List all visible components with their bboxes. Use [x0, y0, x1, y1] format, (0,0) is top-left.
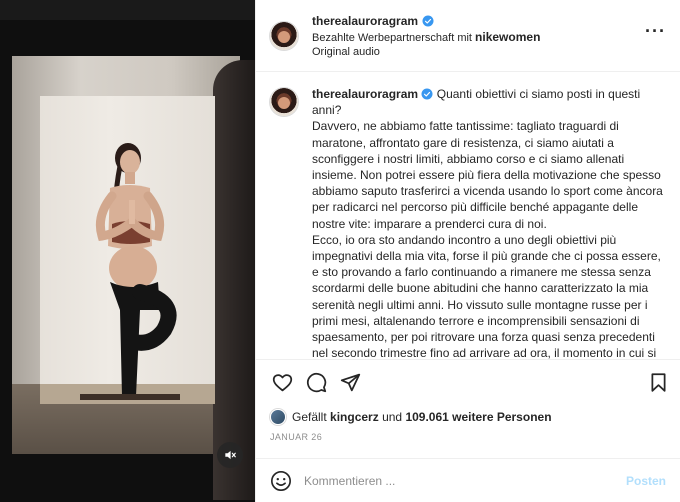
liker-avatar[interactable] — [270, 409, 286, 425]
caption-paragraph-2: Davvero, ne abbiamo fatte tantissime: ta… — [312, 119, 663, 231]
more-options-button[interactable]: ··· — [645, 22, 666, 40]
liker-username[interactable]: kingcerz — [330, 410, 379, 424]
instagram-post-modal: therealauroragram Bezahlte Werbepartners… — [0, 0, 680, 502]
comment-bar: Posten — [256, 458, 680, 502]
emoji-icon[interactable] — [270, 470, 292, 492]
caption-avatar[interactable] — [270, 88, 298, 116]
comment-icon — [306, 372, 326, 392]
comment-input[interactable] — [304, 473, 626, 488]
caption-section: therealauroragram Quanti obiettivi ci si… — [256, 72, 680, 360]
video-top-bar — [0, 0, 255, 20]
caption-username[interactable]: therealauroragram — [312, 87, 418, 101]
paid-partnership-line: Bezahlte Werbepartnerschaft mit nikewome… — [312, 30, 540, 44]
caption-text: therealauroragram Quanti obiettivi ci si… — [312, 86, 666, 359]
post-header: therealauroragram Bezahlte Werbepartners… — [256, 0, 680, 72]
share-icon — [340, 373, 360, 391]
save-button[interactable] — [646, 370, 670, 394]
post-date[interactable]: JANUAR 26 — [256, 430, 680, 452]
like-button[interactable] — [270, 370, 294, 394]
verified-badge-icon — [421, 88, 433, 100]
caption-paragraph-3: Ecco, io ora sto andando incontro a uno … — [312, 232, 661, 360]
likes-summary: Gefällt kingcerz und 109.061 weitere Per… — [256, 404, 680, 430]
bookmark-icon — [651, 372, 665, 392]
mute-button[interactable] — [217, 442, 243, 468]
partner-link[interactable]: nikewomen — [475, 30, 540, 44]
header-username-row: therealauroragram — [312, 14, 540, 28]
comment-button[interactable] — [304, 370, 328, 394]
background-figure — [213, 60, 255, 500]
speaker-muted-icon — [225, 450, 236, 460]
likes-prefix: Gefällt — [292, 410, 327, 424]
post-video[interactable] — [0, 0, 255, 502]
likes-count-link[interactable]: 109.061 weitere Personen — [405, 410, 551, 424]
audio-label[interactable]: Original audio — [312, 46, 540, 58]
video-inner-frame — [40, 96, 215, 404]
verified-badge-icon — [422, 15, 434, 26]
more-horizontal-icon: ··· — [645, 21, 666, 41]
heart-icon — [272, 373, 292, 391]
post-comment-button[interactable]: Posten — [626, 474, 666, 488]
avatar[interactable] — [270, 21, 298, 50]
likes-middle: und — [382, 410, 403, 424]
post-panel: therealauroragram Bezahlte Werbepartners… — [255, 0, 680, 502]
yoga-woman-figure — [80, 143, 180, 400]
action-bar — [256, 360, 680, 404]
post-header-text: therealauroragram Bezahlte Werbepartners… — [312, 14, 540, 58]
header-username[interactable]: therealauroragram — [312, 14, 418, 28]
paid-partnership-label: Bezahlte Werbepartnerschaft mit — [312, 31, 472, 44]
share-button[interactable] — [338, 370, 362, 394]
